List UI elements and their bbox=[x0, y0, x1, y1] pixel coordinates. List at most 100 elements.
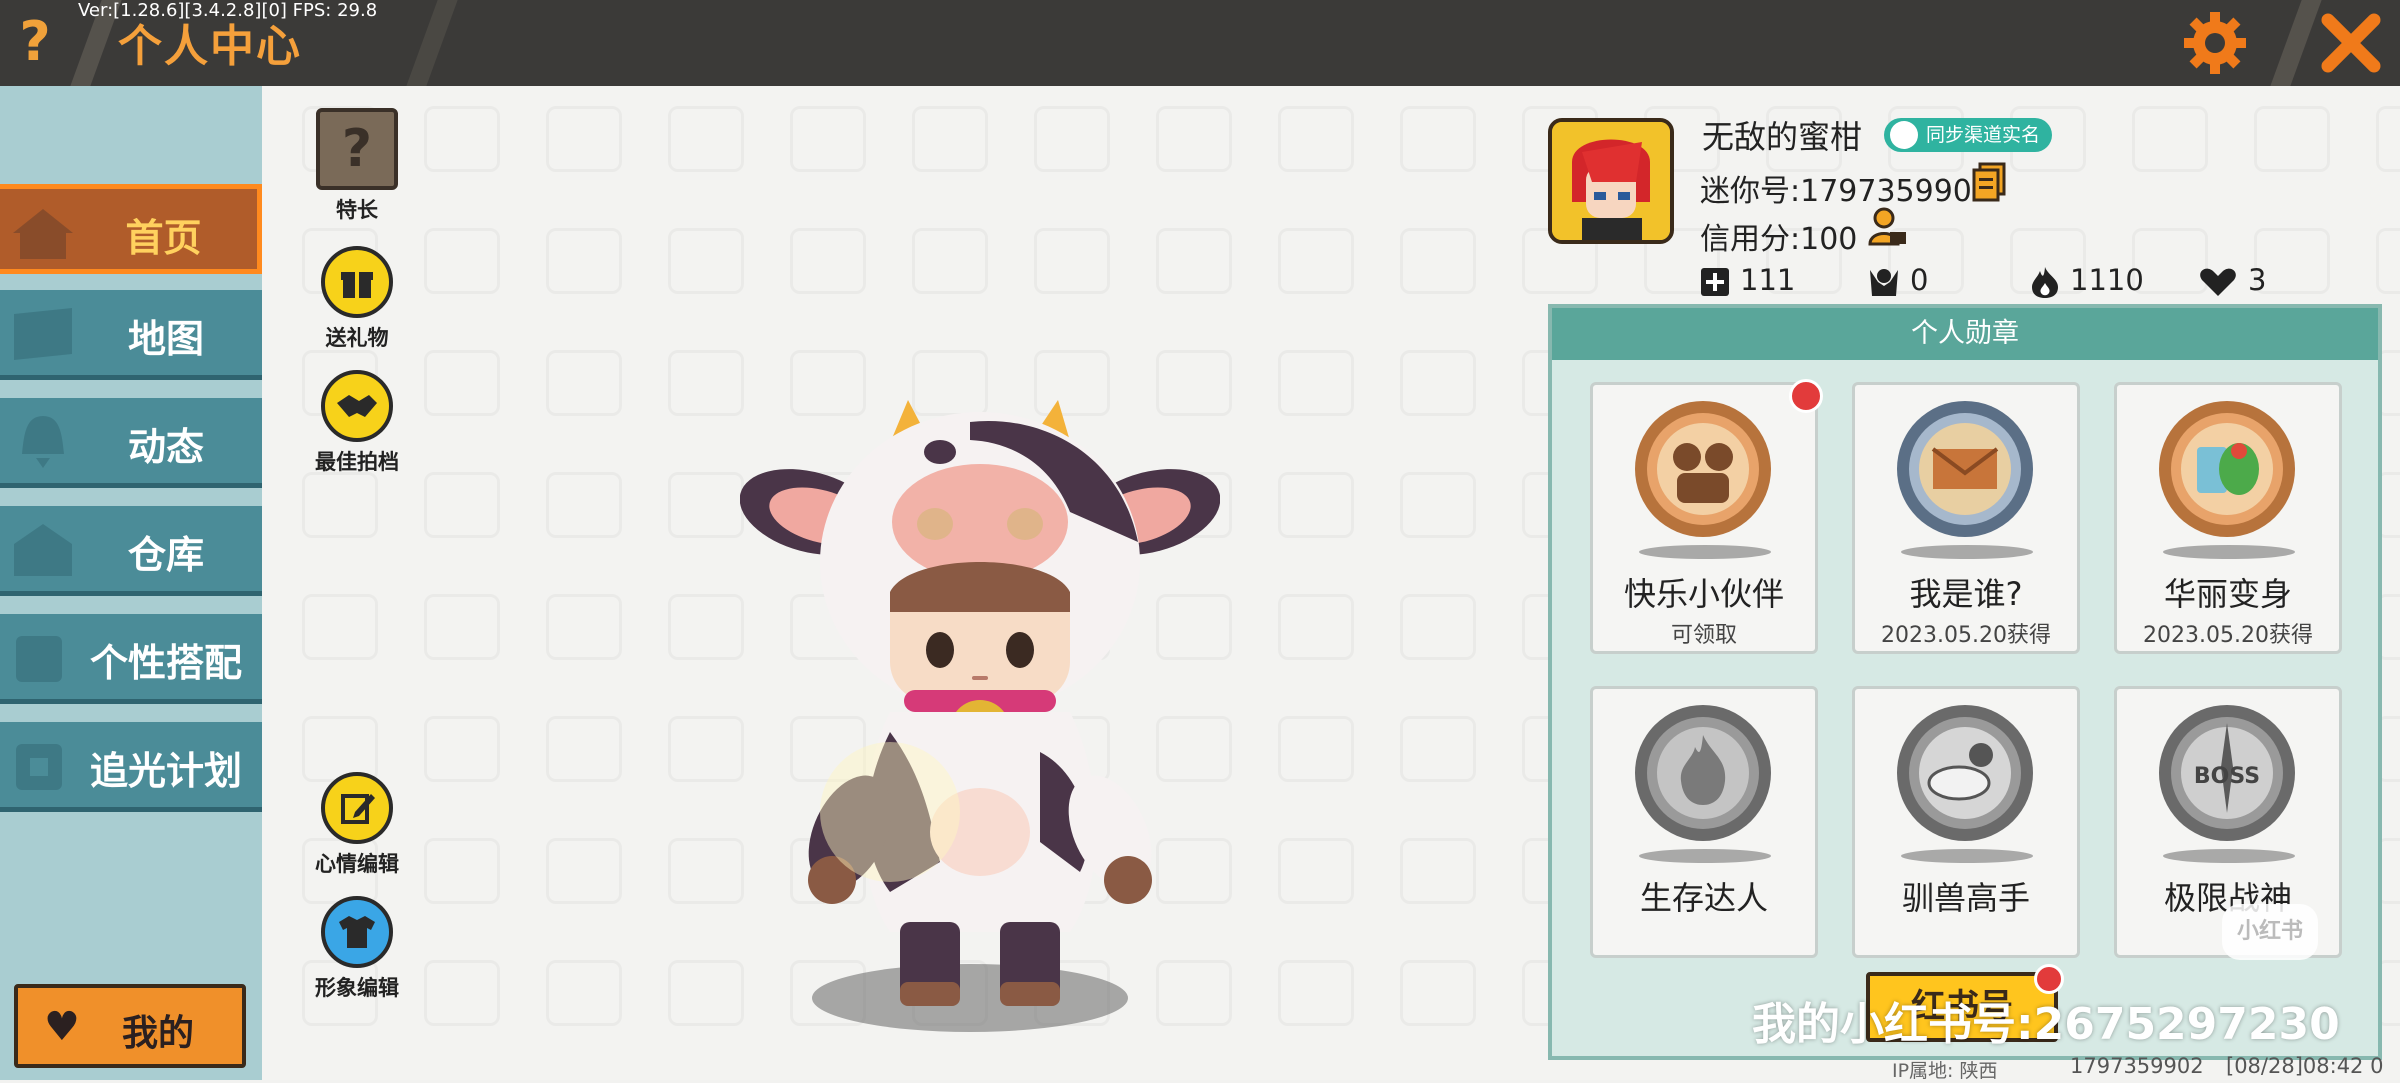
footer-user-id: 1797359902 bbox=[2070, 1054, 2204, 1078]
divider bbox=[406, 0, 458, 86]
medal-card[interactable]: 驯兽高手 bbox=[1852, 686, 2080, 958]
watermark: 我的小红书号:2675297230 bbox=[1752, 999, 2340, 1050]
stat-follow-value: 111 bbox=[1740, 263, 1796, 297]
background-tile bbox=[424, 594, 500, 660]
best-partner-button[interactable]: 最佳拍档 bbox=[302, 370, 412, 476]
verify-badge[interactable]: 同步渠道实名 bbox=[1884, 118, 2053, 152]
background-tile bbox=[2376, 106, 2400, 172]
specialty-button[interactable]: ? 特长 bbox=[302, 108, 412, 224]
my-button[interactable]: ♥ 我的 bbox=[14, 984, 246, 1068]
medal-status: 可领取 bbox=[1670, 623, 1737, 648]
heart-icon: ♥ bbox=[44, 1004, 80, 1050]
handshake-icon bbox=[321, 370, 393, 442]
gift-label: 送礼物 bbox=[325, 326, 389, 350]
shirt-icon bbox=[321, 896, 393, 968]
best-partner-label: 最佳拍档 bbox=[315, 450, 399, 474]
stat-follow[interactable]: 111 bbox=[1700, 260, 1795, 300]
background-tile bbox=[668, 472, 744, 538]
fire-medal-icon bbox=[1635, 705, 1771, 841]
sidebar-item-label: 动态 bbox=[127, 425, 204, 469]
stat-likes[interactable]: 3 bbox=[2198, 260, 2266, 300]
background-tile bbox=[1400, 472, 1476, 538]
sidebar-item-warehouse[interactable]: 仓库 bbox=[0, 506, 262, 596]
character-model[interactable] bbox=[740, 392, 1220, 1016]
gear-icon bbox=[2184, 12, 2246, 74]
stat-popularity-value: 1110 bbox=[2070, 263, 2144, 297]
background-tile bbox=[668, 350, 744, 416]
background-tile bbox=[1278, 350, 1354, 416]
medal-name: 生存达人 bbox=[1639, 879, 1768, 917]
warehouse-icon bbox=[14, 524, 72, 576]
medal-card[interactable]: 生存达人 bbox=[1590, 686, 1818, 958]
background-tile bbox=[1400, 228, 1476, 294]
gift-button[interactable]: 送礼物 bbox=[302, 246, 412, 352]
mood-edit-button[interactable]: 心情编辑 bbox=[302, 772, 412, 878]
background-tile bbox=[1278, 594, 1354, 660]
medal-card[interactable]: 快乐小伙伴 可领取 bbox=[1590, 379, 1823, 654]
help-button[interactable]: ? bbox=[10, 12, 60, 72]
sidebar-item-map[interactable]: 地图 bbox=[0, 290, 262, 380]
background-tile bbox=[546, 716, 622, 782]
sidebar-item-label: 地图 bbox=[127, 317, 204, 361]
background-tile bbox=[668, 960, 744, 1026]
add-follow-icon bbox=[1701, 268, 1729, 296]
background-tile bbox=[424, 350, 500, 416]
bell-icon bbox=[22, 416, 64, 468]
stat-likes-value: 3 bbox=[2248, 263, 2267, 297]
edit-icon bbox=[321, 772, 393, 844]
fans-icon bbox=[1870, 269, 1898, 296]
background-tile bbox=[2132, 106, 2208, 172]
mini-id: 迷你号:1797359902 bbox=[1700, 174, 1991, 209]
background-tile bbox=[1278, 228, 1354, 294]
background-tile bbox=[1400, 838, 1476, 904]
credit-icon[interactable] bbox=[1866, 206, 1908, 248]
medal-card[interactable]: 我是谁? 2023.05.20获得 bbox=[1852, 382, 2080, 654]
divider bbox=[2270, 0, 2322, 86]
background-tile bbox=[546, 594, 622, 660]
sidebar-item-outfit[interactable]: 个性搭配 bbox=[0, 614, 262, 704]
background-tile bbox=[912, 106, 988, 172]
heart-icon bbox=[2200, 268, 2236, 296]
background-tile bbox=[1278, 106, 1354, 172]
question-icon: ? bbox=[316, 108, 398, 190]
background-tile bbox=[424, 472, 500, 538]
close-button[interactable] bbox=[2318, 10, 2384, 76]
medal-shadow bbox=[1901, 849, 2033, 863]
top-bar: ? 个人中心 Ver:[1.28.6][3.4.2.8][0] FPS: 29.… bbox=[0, 0, 2400, 86]
tamer-medal-icon bbox=[1897, 705, 2033, 841]
stat-fans[interactable]: 0 bbox=[1868, 260, 1928, 300]
look-edit-button[interactable]: 形象编辑 bbox=[302, 896, 412, 1002]
spotlight-icon bbox=[16, 744, 62, 790]
copy-icon[interactable] bbox=[1972, 162, 2006, 202]
version-text: Ver:[1.28.6][3.4.2.8][0] FPS: 29.8 bbox=[78, 0, 378, 21]
background-tile bbox=[546, 350, 622, 416]
settings-button[interactable] bbox=[2182, 10, 2248, 76]
background-tile bbox=[2254, 106, 2330, 172]
sidebar-item-feed[interactable]: 动态 bbox=[0, 398, 262, 488]
background-tile bbox=[546, 228, 622, 294]
sidebar-item-spotlight[interactable]: 追光计划 bbox=[0, 722, 262, 812]
sidebar-item-label: 首页 bbox=[125, 216, 202, 260]
background-tile bbox=[1400, 960, 1476, 1026]
background-tile bbox=[668, 838, 744, 904]
background-tile bbox=[546, 838, 622, 904]
background-tile bbox=[1278, 716, 1354, 782]
avatar[interactable] bbox=[1548, 118, 1674, 244]
footer-timestamp: [08/28]08:42 0 bbox=[2226, 1054, 2384, 1078]
username: 无敌的蜜柑 bbox=[1702, 118, 1863, 156]
transform-medal-icon bbox=[2159, 401, 2295, 537]
look-edit-label: 形象编辑 bbox=[315, 976, 399, 1000]
sidebar-item-label: 追光计划 bbox=[89, 749, 242, 793]
background-tile bbox=[668, 594, 744, 660]
background-tile bbox=[424, 960, 500, 1026]
medal-name: 驯兽高手 bbox=[1901, 879, 2030, 917]
medal-card[interactable]: 华丽变身 2023.05.20获得 bbox=[2114, 382, 2342, 654]
my-button-label: 我的 bbox=[122, 1013, 195, 1054]
background-tile bbox=[1156, 228, 1232, 294]
background-tile bbox=[1278, 838, 1354, 904]
sidebar-item-home[interactable]: 首页 bbox=[0, 184, 262, 274]
verify-badge-label: 同步渠道实名 bbox=[1926, 124, 2041, 146]
background-tile bbox=[1034, 106, 1110, 172]
background-tile bbox=[790, 228, 866, 294]
stat-popularity[interactable]: 1110 bbox=[2030, 260, 2144, 300]
